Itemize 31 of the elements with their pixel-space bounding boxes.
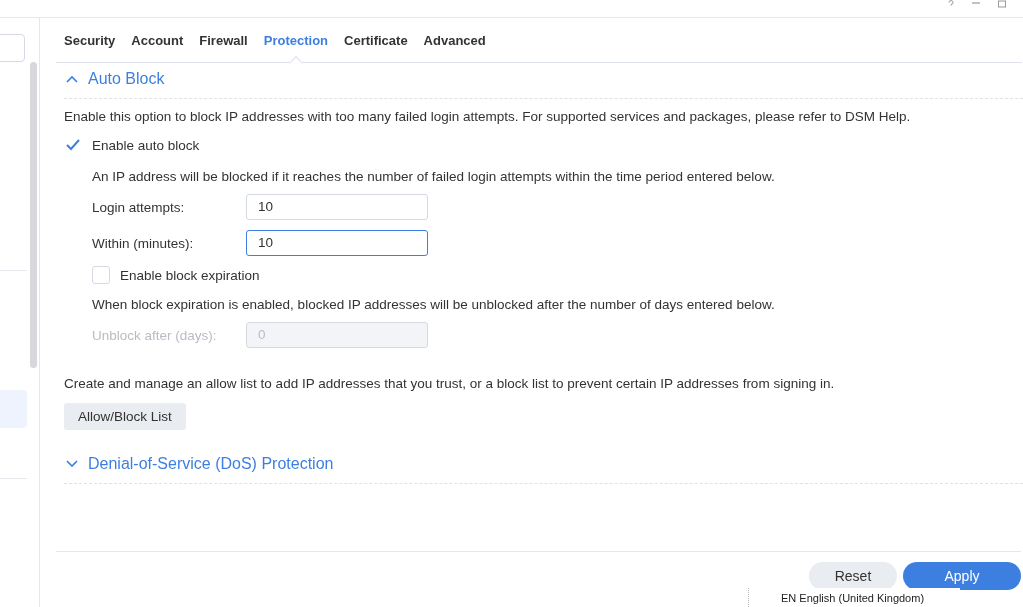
tab[interactable]: Certificate <box>336 18 416 62</box>
allow-block-list-button[interactable]: Allow/Block List <box>64 403 186 430</box>
chevron-icon <box>66 459 78 468</box>
description-text: Create and manage an allow list to add IP addresses that you trust, or a block list to prevent certain IP addresses from signing in. <box>64 376 836 391</box>
checkbox-label: Enable block expiration <box>120 267 260 283</box>
field-label: Within (minutes): <box>92 235 195 251</box>
section-header[interactable]: Auto Block <box>64 63 1023 99</box>
checkbox-label: Enable auto block <box>92 137 200 153</box>
tab[interactable]: Firewall <box>191 18 256 62</box>
reset-button[interactable]: Reset <box>809 562 897 590</box>
checkbox[interactable] <box>92 266 110 284</box>
help-icon[interactable] <box>947 0 955 8</box>
info-text: When block expiration is enabled, blocked IP addresses will be unblocked after the number of days entered below. <box>92 297 776 312</box>
section-header[interactable]: Denial-of-Service (DoS) Protection <box>64 448 1023 484</box>
tab[interactable]: Protection <box>255 18 337 62</box>
input-field[interactable]: 10 <box>246 230 428 256</box>
tab[interactable]: Advanced <box>415 18 494 62</box>
field-label: Login attempts: <box>92 199 186 215</box>
input-field[interactable]: 10 <box>246 194 428 220</box>
chevron-icon <box>66 74 78 83</box>
tab[interactable]: Security <box>56 18 124 62</box>
tab[interactable]: Account <box>123 18 192 62</box>
info-text: An IP address will be blocked if it reaches the number of failed login attempts within the time period entered below. <box>92 169 776 184</box>
search-field[interactable] <box>0 34 25 62</box>
description-text: Enable this option to block IP addresses with too many failed login attempts. For supported services and packages, please refer to DSM Help. <box>64 109 912 124</box>
language-bar[interactable]: EN English (United Kingdom) <box>748 588 960 607</box>
apply-button[interactable]: Apply <box>903 562 1021 590</box>
restore-icon[interactable] <box>997 0 1007 8</box>
field-label: Unblock after (days): <box>92 327 218 343</box>
scrollbar[interactable] <box>30 62 37 368</box>
language-label: EN English (United Kingdom) <box>781 591 925 604</box>
